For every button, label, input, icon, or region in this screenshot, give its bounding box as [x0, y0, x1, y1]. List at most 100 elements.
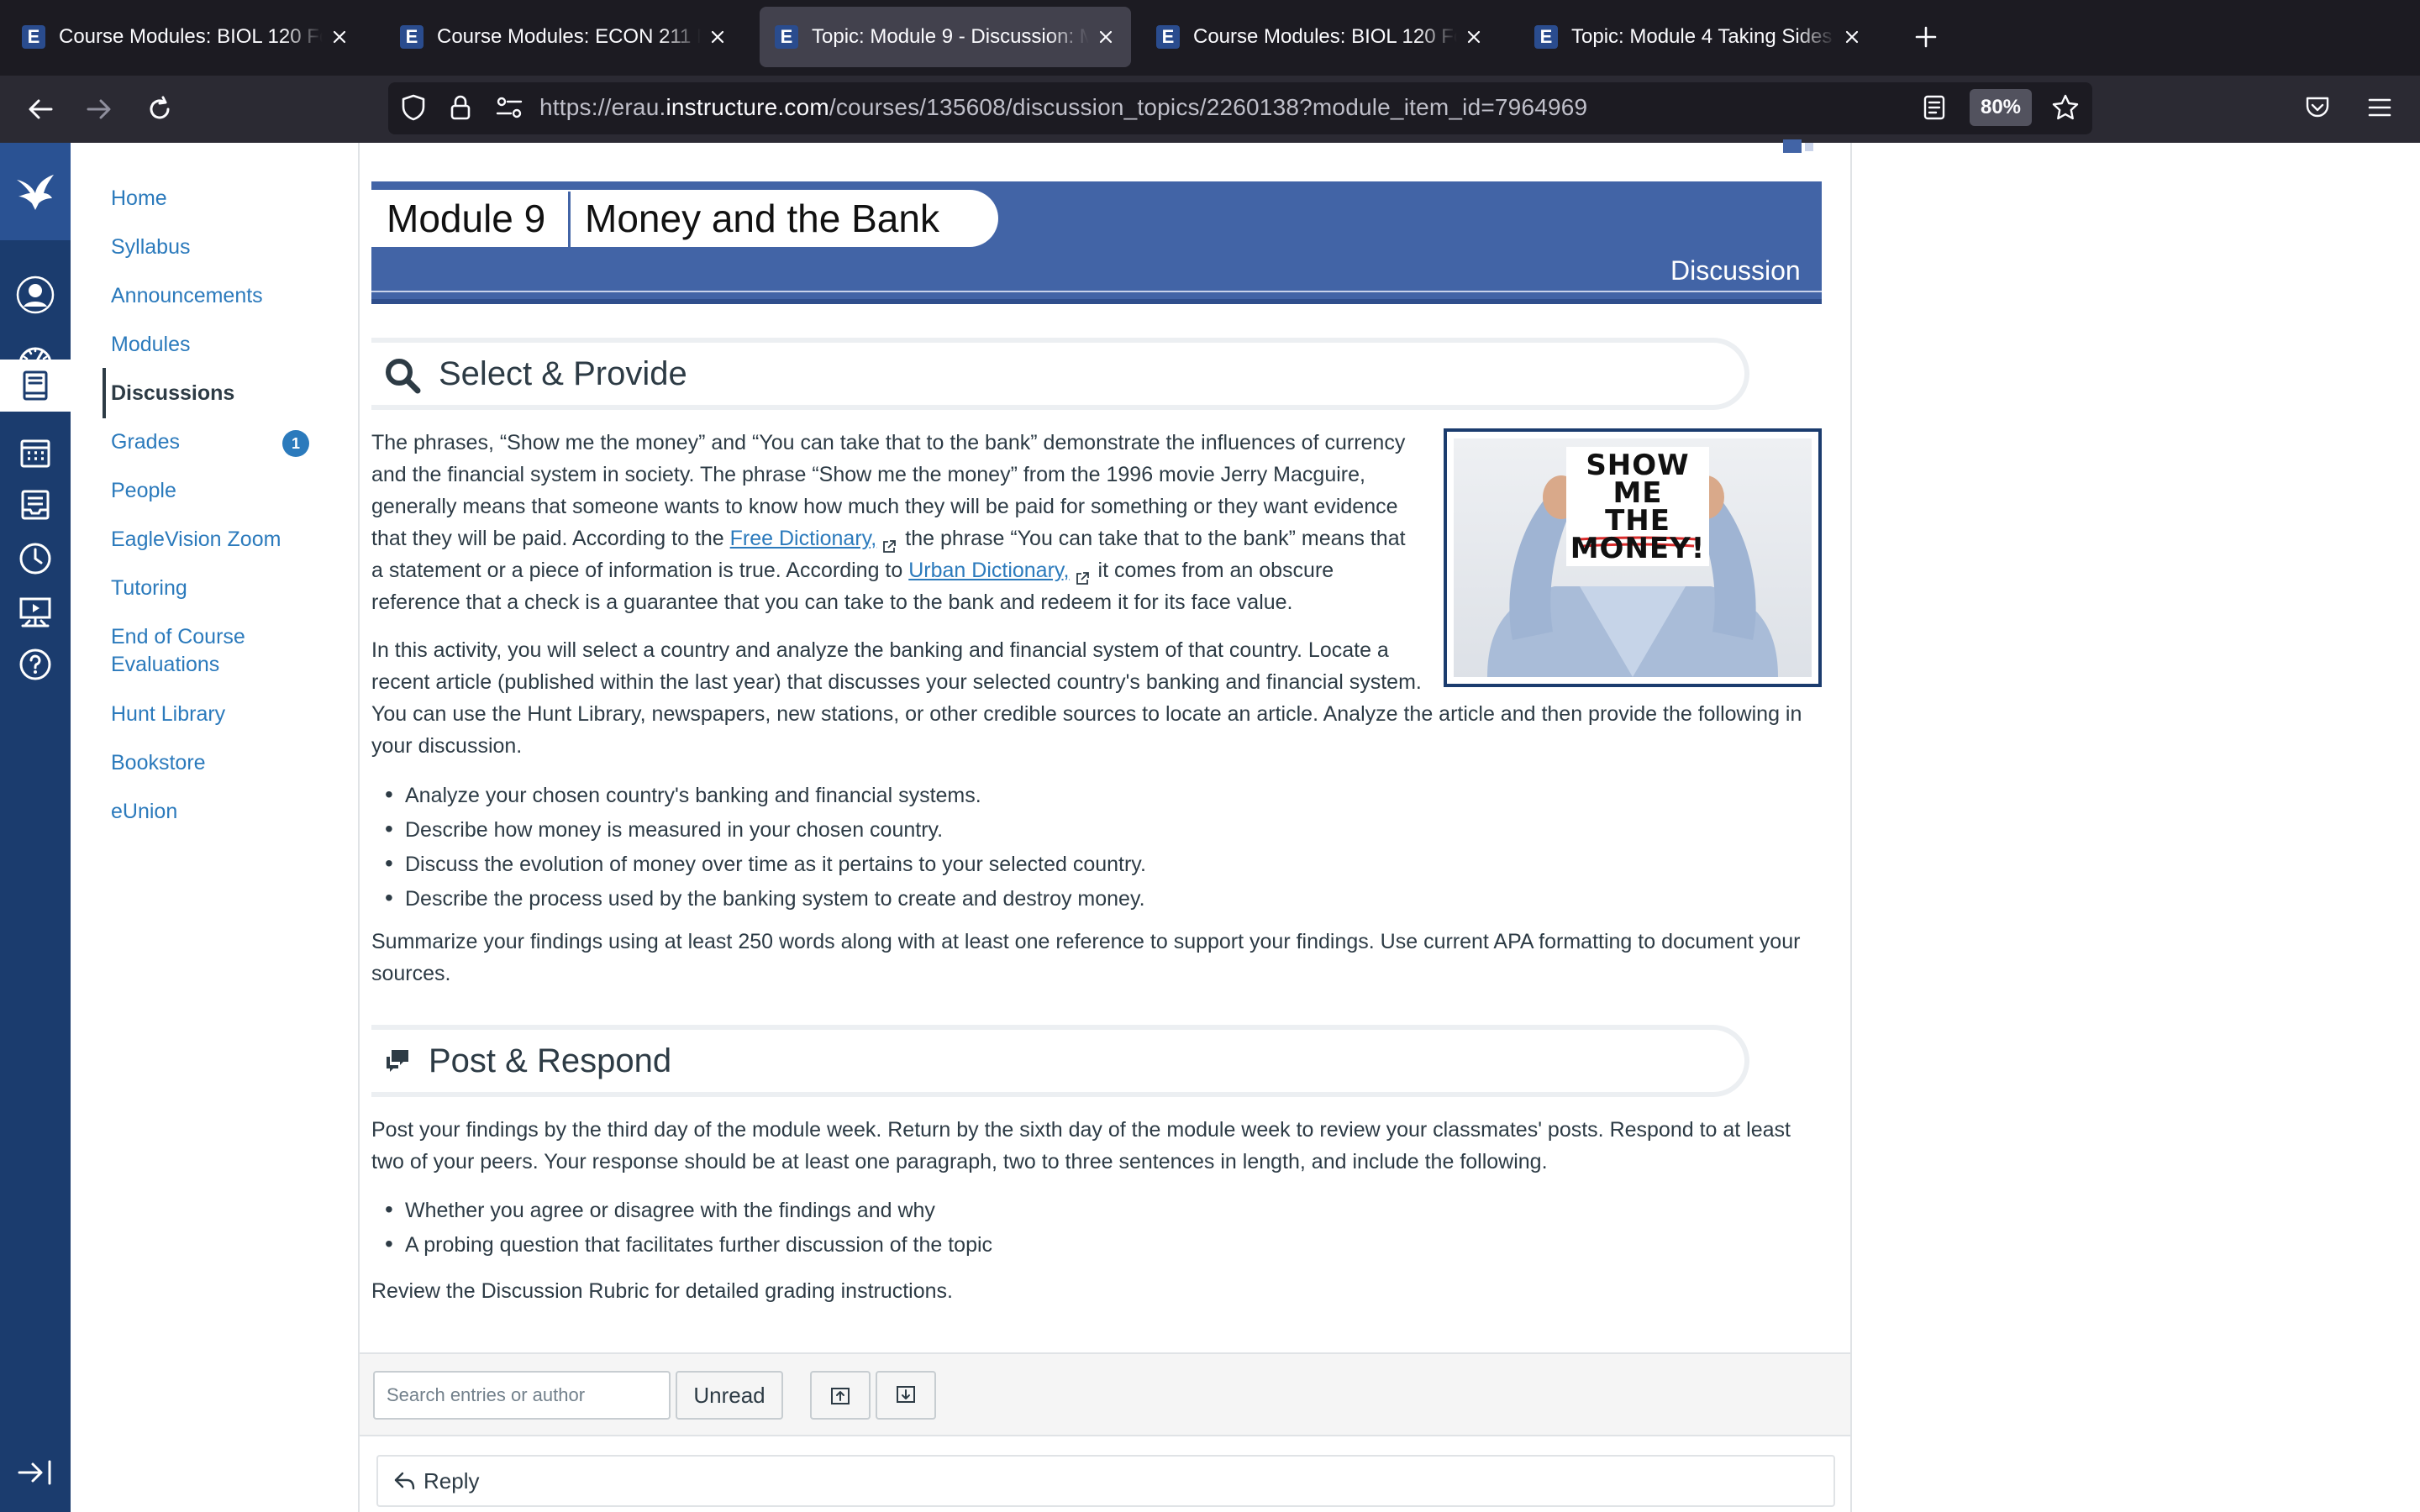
close-tab-icon[interactable]: [1464, 27, 1484, 47]
section-heading: Select & Provide: [439, 355, 687, 392]
expand-arrow-down-icon: [897, 1386, 915, 1403]
module-title: Money and the Bank: [585, 197, 939, 240]
studio-icon[interactable]: [0, 586, 71, 638]
banner-type-label: Discussion: [1670, 255, 1801, 286]
collapse-arrow-up-icon: [831, 1388, 850, 1404]
help-icon[interactable]: [0, 638, 71, 690]
course-nav-eunion[interactable]: eUnion: [111, 798, 177, 826]
list-item: Discuss the evolution of money over time…: [385, 847, 1146, 881]
external-link-icon: [1075, 564, 1090, 585]
lock-icon[interactable]: [442, 89, 479, 126]
permissions-icon[interactable]: [491, 89, 528, 126]
reader-view-icon[interactable]: [1916, 89, 1953, 126]
account-avatar-icon[interactable]: [0, 269, 71, 321]
text-line: You can use the Hunt Library, newspapers…: [371, 702, 1802, 726]
inbox-icon[interactable]: [0, 479, 71, 531]
text-line: your discussion.: [371, 734, 523, 758]
discussion-chat-icon: [383, 1047, 412, 1075]
browser-tab[interactable]: E Topic: Module 4 Taking Sides Discussio…: [1519, 7, 1877, 67]
text-line: two of your peers. Your response should …: [371, 1150, 1548, 1173]
search-entries-input[interactable]: [373, 1371, 671, 1420]
courses-book-icon[interactable]: [0, 360, 71, 412]
calendar-icon[interactable]: [0, 427, 71, 479]
external-link-icon: [881, 532, 897, 554]
list-item: Whether you agree or disagree with the f…: [385, 1193, 992, 1227]
requirements-list: Analyze your chosen country's banking an…: [385, 778, 1146, 916]
module-number: Module 9: [387, 197, 546, 240]
text-line: Post your findings by the third day of t…: [371, 1118, 1791, 1142]
pocket-icon[interactable]: [2299, 89, 2336, 126]
course-nav-grades[interactable]: Grades: [111, 428, 180, 456]
course-nav-hunt-library[interactable]: Hunt Library: [111, 701, 225, 728]
tab-title: Course Modules: BIOL 120 Foundations: [59, 25, 323, 48]
course-nav-discussions[interactable]: Discussions: [111, 380, 234, 407]
canvas-favicon-icon: E: [22, 25, 45, 49]
reload-icon[interactable]: [141, 91, 178, 128]
grades-count-badge: 1: [282, 430, 309, 457]
browser-tab[interactable]: E Course Modules: ECON 211 Macroeconomic…: [385, 7, 743, 67]
course-nav-eaglevision-zoom[interactable]: EagleVision Zoom: [111, 526, 281, 554]
course-nav-bookstore[interactable]: Bookstore: [111, 749, 206, 777]
reply-arrow-icon: [394, 1472, 415, 1490]
collapse-nav-icon[interactable]: [0, 1446, 71, 1499]
reply-label: Reply: [424, 1467, 480, 1494]
forward-arrow-icon[interactable]: [81, 91, 118, 128]
nav-label-line: Evaluations: [111, 653, 220, 676]
list-item: Analyze your chosen country's banking an…: [385, 778, 1146, 812]
new-tab-plus-icon[interactable]: [1907, 18, 1944, 55]
text-line: a statement or a piece of information is…: [371, 554, 1439, 586]
zoom-level-badge[interactable]: 80%: [1970, 89, 2032, 126]
back-arrow-icon[interactable]: [22, 91, 59, 128]
browser-tab[interactable]: E Course Modules: BIOL 120 Foundations: [1141, 7, 1499, 67]
tab-title: Course Modules: BIOL 120 Foundations: [1193, 25, 1457, 48]
course-nav-home[interactable]: Home: [111, 185, 167, 213]
response-requirements-list: Whether you agree or disagree with the f…: [385, 1193, 992, 1262]
text-line: recent article (published within the las…: [371, 670, 1422, 694]
close-tab-icon[interactable]: [1842, 27, 1862, 47]
eagle-logo-icon[interactable]: [0, 143, 71, 240]
reply-button[interactable]: Reply: [376, 1455, 1835, 1507]
expand-replies-button[interactable]: [876, 1371, 936, 1420]
browser-tab[interactable]: E Course Modules: BIOL 120 Foundations: [7, 7, 365, 67]
post-instructions-paragraph: Post your findings by the third day of t…: [371, 1114, 1833, 1178]
course-nav-syllabus[interactable]: Syllabus: [111, 234, 191, 261]
url-text[interactable]: https://erau.instructure.com/courses/135…: [539, 94, 1587, 121]
browser-tab-bar: E Course Modules: BIOL 120 Foundations E…: [0, 0, 2420, 76]
text-line: Summarize your findings using at least 2…: [371, 930, 1801, 953]
list-item: Describe the process used by the banking…: [385, 881, 1146, 916]
hamburger-menu-icon[interactable]: [2361, 89, 2398, 126]
tab-title: Topic: Module 4 Taking Sides Discussion: [1571, 25, 1835, 48]
bookmark-star-icon[interactable]: [2047, 89, 2084, 126]
banner-divider-line: [371, 291, 1822, 292]
activity-paragraph: In this activity, you will select a coun…: [371, 634, 1833, 762]
close-tab-icon[interactable]: [329, 27, 350, 47]
text-line: In this activity, you will select a coun…: [371, 638, 1389, 662]
section-heading: Post & Respond: [429, 1042, 672, 1079]
course-nav-announcements[interactable]: Announcements: [111, 282, 263, 310]
free-dictionary-link[interactable]: Free Dictionary,: [730, 527, 877, 550]
course-navigation: Home Syllabus Announcements Modules Disc…: [71, 143, 358, 1512]
nav-label-line: End of Course: [111, 625, 245, 648]
tab-title: Course Modules: ECON 211 Macroeconomics: [437, 25, 701, 48]
unread-filter-button[interactable]: Unread: [676, 1371, 783, 1420]
course-nav-end-of-course-evaluations[interactable]: End of Course Evaluations: [111, 623, 245, 679]
course-nav-modules[interactable]: Modules: [111, 331, 191, 359]
banner-divider: [568, 192, 571, 247]
canvas-favicon-icon: E: [1156, 25, 1180, 49]
list-item: Describe how money is measured in your c…: [385, 812, 1146, 847]
course-nav-tutoring[interactable]: Tutoring: [111, 575, 187, 602]
browser-tab-active[interactable]: E Topic: Module 9 - Discussion: Money an…: [760, 7, 1131, 67]
course-nav-people[interactable]: People: [111, 477, 176, 505]
close-tab-icon[interactable]: [1096, 27, 1116, 47]
global-navigation: [0, 143, 71, 1512]
intro-paragraph: The phrases, “Show me the money” and “Yo…: [371, 427, 1439, 618]
sign-line: SHOW ME: [1586, 449, 1690, 510]
summary-paragraph: Summarize your findings using at least 2…: [371, 926, 1833, 990]
history-clock-icon[interactable]: [0, 533, 71, 585]
collapse-replies-button[interactable]: [810, 1371, 871, 1420]
tracking-shield-icon[interactable]: [395, 89, 432, 126]
urban-dictionary-link[interactable]: Urban Dictionary,: [908, 559, 1069, 582]
list-item: A probing question that facilitates furt…: [385, 1227, 992, 1262]
close-tab-icon[interactable]: [708, 27, 728, 47]
search-magnifier-icon: [383, 356, 422, 395]
